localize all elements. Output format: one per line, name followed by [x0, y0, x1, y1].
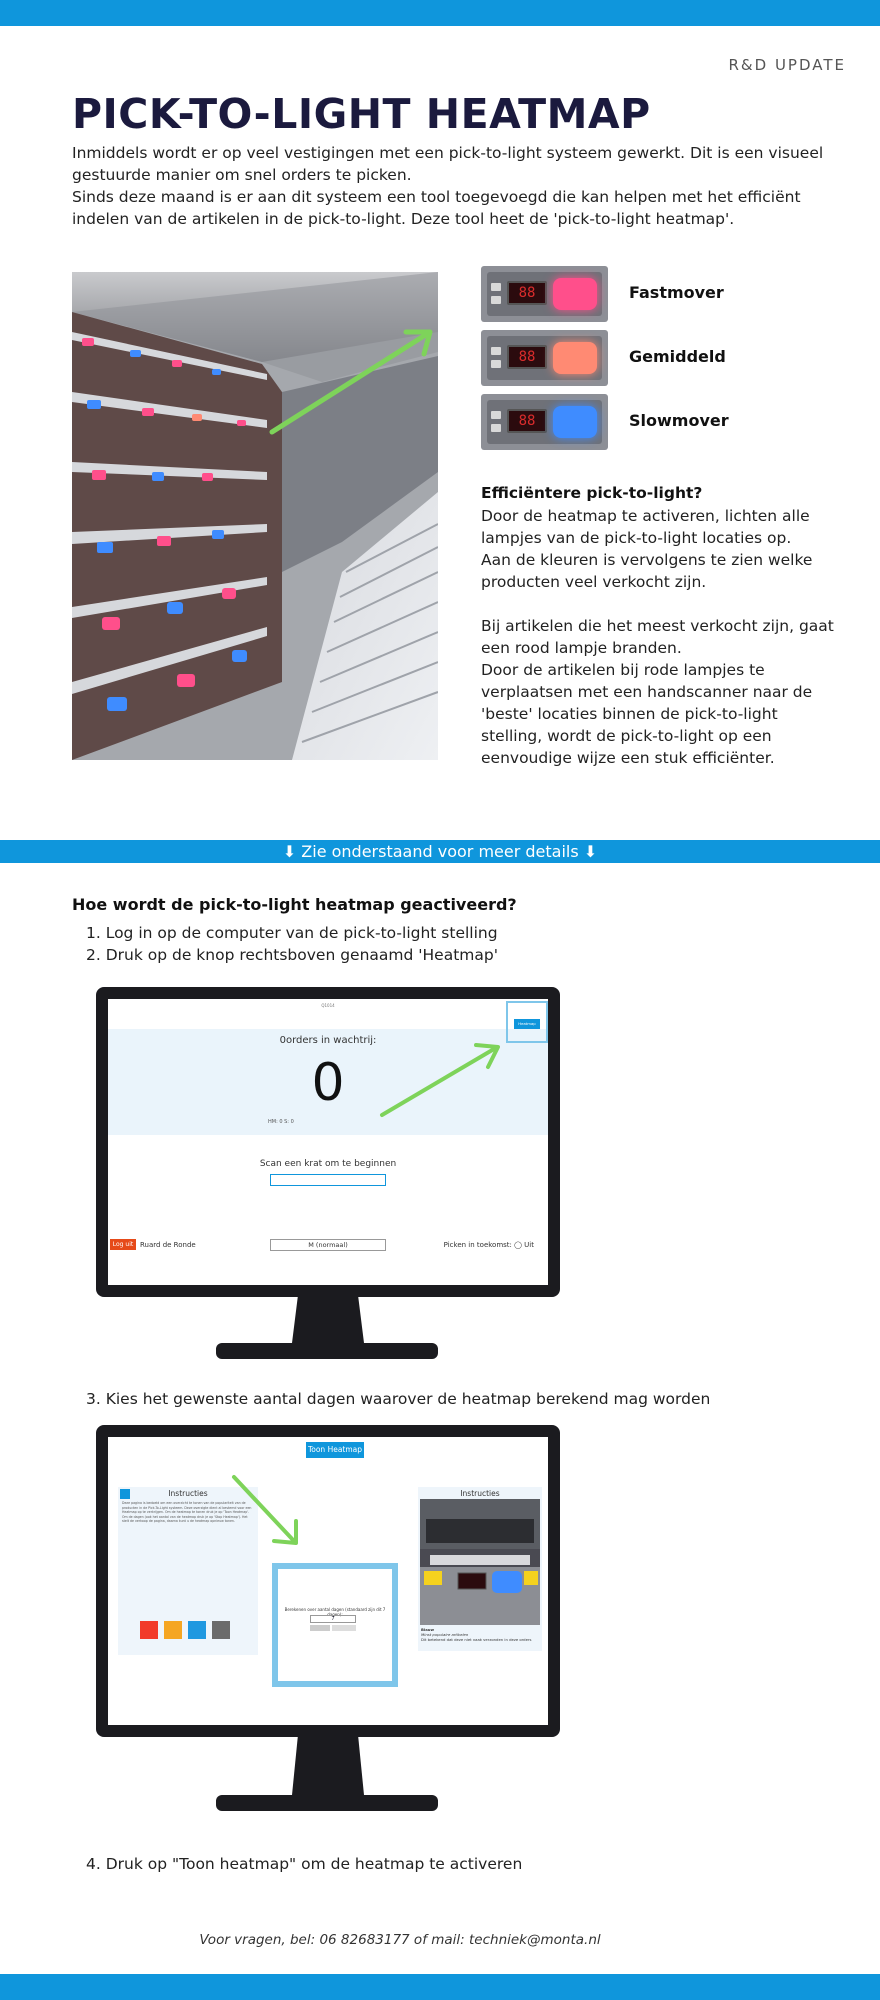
pointer-arrow-icon — [232, 1475, 298, 1545]
logout-button[interactable]: Log uit — [110, 1239, 136, 1250]
intro-paragraph-1: Inmiddels wordt er op veel vestigingen m… — [72, 144, 824, 184]
pick-to-light-photo — [72, 272, 438, 760]
screen-pick-to-light: Q1014 Heatmap 0orders in wachtrij: 0 HM:… — [108, 999, 548, 1285]
legend-gemiddeld: 88 Gemiddeld — [481, 330, 841, 386]
days-input[interactable]: 7 — [310, 1615, 356, 1623]
instructions-panel-right: Instructies Blauw Minst populaire artike… — [418, 1487, 542, 1651]
instructions-title: Instructies — [460, 1489, 500, 1498]
toon-heatmap-button[interactable]: Toon Heatmap — [306, 1442, 364, 1458]
lamp-blue — [553, 406, 597, 438]
monitor-stand — [292, 1737, 364, 1795]
legend-caption: Blauw Minst populaire artikelen Dit bete… — [421, 1627, 541, 1642]
step-1: 1. Log in op de computer van de pick-to-… — [86, 924, 498, 942]
orange-swatch — [164, 1621, 182, 1639]
lamp-display: 88 — [507, 409, 547, 433]
efficiency-p4: Door de artikelen bij rode lampjes te ve… — [481, 661, 813, 767]
lamp-module-image: 88 — [481, 330, 608, 386]
step-3: 3. Kies het gewenste aantal dagen waarov… — [86, 1390, 711, 1408]
confirm-button[interactable] — [310, 1625, 330, 1631]
days-dialog: Berekenen over aantal dagen (standaard z… — [272, 1563, 398, 1687]
intro-paragraph-2: Sinds deze maand is er aan dit systeem e… — [72, 188, 801, 228]
step-4: 4. Druk op "Toon heatmap" om de heatmap … — [86, 1855, 523, 1873]
monitor-stand — [292, 1297, 364, 1343]
legend-label: Gemiddeld — [629, 347, 726, 366]
screen-heatmap-dialog: Toon Heatmap Instructies Deze pagina is … — [108, 1437, 548, 1725]
lamp-orange — [553, 342, 597, 374]
rd-update-tag: R&D UPDATE — [728, 56, 846, 74]
intro-text: Inmiddels wordt er op veel vestigingen m… — [72, 142, 832, 230]
efficiency-heading: Efficiëntere pick-to-light? — [481, 484, 703, 502]
screen-top-label: Q1014 — [321, 1003, 335, 1008]
future-pick-toggle[interactable]: Picken in toekomst: ◯ Uit — [444, 1241, 534, 1249]
grey-swatch — [212, 1621, 230, 1639]
caption-line-2: Dit betekend dat deze niet vaak verzonde… — [421, 1637, 532, 1642]
scan-label: Scan een krat om te beginnen — [259, 1159, 397, 1169]
red-swatch — [140, 1621, 158, 1639]
lamp-photo — [420, 1499, 540, 1625]
lamp-red — [553, 278, 597, 310]
blue-swatch — [188, 1621, 206, 1639]
user-name: Ruard de Ronde — [140, 1241, 196, 1249]
lamp-module-image: 88 — [481, 394, 608, 450]
orders-stats: HM: 0 S: 0 — [268, 1119, 294, 1125]
monitor-frame: Toon Heatmap Instructies Deze pagina is … — [96, 1425, 560, 1737]
top-accent-bar — [0, 0, 880, 26]
lamp-display: 88 — [507, 281, 547, 305]
efficiency-section: Efficiëntere pick-to-light? Door de heat… — [481, 482, 841, 769]
monitor-frame: Q1014 Heatmap 0orders in wachtrij: 0 HM:… — [96, 987, 560, 1297]
bottom-accent-bar — [0, 1974, 880, 2000]
monitor-1: Q1014 Heatmap 0orders in wachtrij: 0 HM:… — [96, 987, 560, 1373]
legend-label: Slowmover — [629, 411, 729, 430]
monitor-base — [216, 1343, 438, 1359]
page-title: PICK-TO-LIGHT HEATMAP — [72, 90, 651, 138]
mode-select[interactable]: M (normaal) — [270, 1239, 386, 1251]
lamp-display: 88 — [507, 345, 547, 369]
step-2: 2. Druk op de knop rechtsboven genaamd '… — [86, 946, 498, 964]
legend-label: Fastmover — [629, 283, 724, 302]
efficiency-p2: Aan de kleuren is vervolgens te zien wel… — [481, 551, 813, 591]
how-heading: Hoe wordt de pick-to-light heatmap geact… — [72, 895, 517, 914]
efficiency-p1: Door de heatmap te activeren, lichten al… — [481, 507, 810, 547]
monitor-base — [216, 1795, 438, 1811]
pointer-arrow-icon — [380, 1043, 500, 1117]
legend-fastmover: 88 Fastmover — [481, 266, 841, 322]
contact-footer: Voor vragen, bel: 06 82683177 of mail: t… — [199, 1932, 601, 1948]
scan-input[interactable] — [270, 1174, 386, 1186]
legend-slowmover: 88 Slowmover — [481, 394, 841, 450]
color-legend: 88 Fastmover 88 Gemiddeld 88 Slowmover — [481, 266, 841, 458]
monitor-2: Toon Heatmap Instructies Deze pagina is … — [96, 1425, 560, 1815]
lamp-module-image: 88 — [481, 266, 608, 322]
cancel-button[interactable] — [332, 1625, 356, 1631]
efficiency-p3: Bij artikelen die het meest verkocht zij… — [481, 617, 834, 657]
details-banner: ⬇ Zie onderstaand voor meer details ⬇ — [0, 840, 880, 863]
